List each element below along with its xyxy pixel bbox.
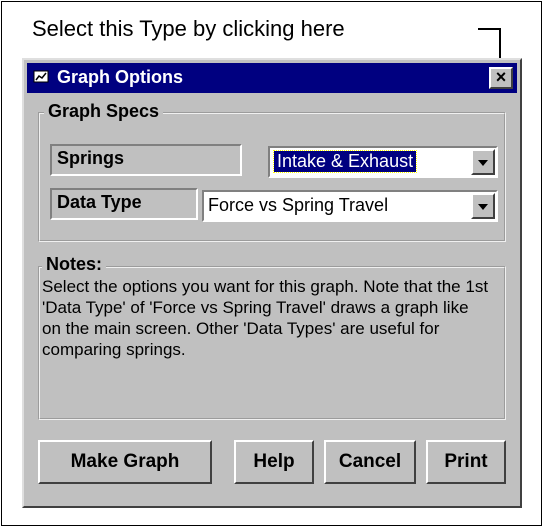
data-type-select-value: Force vs Spring Travel bbox=[208, 195, 389, 215]
chevron-down-icon bbox=[478, 204, 488, 210]
springs-dropdown-button[interactable] bbox=[471, 149, 495, 175]
notes-legend: Notes: bbox=[42, 254, 107, 275]
callout-text: Select this Type by clicking here bbox=[32, 16, 345, 41]
data-type-dropdown-button[interactable] bbox=[471, 193, 495, 219]
graph-options-dialog: Graph Options × Graph Specs Springs Inta… bbox=[22, 58, 522, 508]
help-button[interactable]: Help bbox=[234, 440, 314, 484]
graph-specs-legend: Graph Specs bbox=[44, 101, 164, 122]
close-button[interactable]: × bbox=[489, 67, 513, 89]
title-bar: Graph Options × bbox=[27, 63, 517, 93]
print-button[interactable]: Print bbox=[426, 440, 506, 484]
springs-label: Springs bbox=[50, 144, 242, 176]
app-icon bbox=[33, 70, 49, 83]
springs-select-value: Intake & Exhaust bbox=[272, 150, 418, 173]
data-type-label: Data Type bbox=[50, 188, 198, 220]
notes-text: Select the options you want for this gra… bbox=[42, 277, 489, 359]
callout-line bbox=[478, 28, 501, 30]
chevron-down-icon bbox=[478, 160, 488, 166]
data-type-select[interactable]: Force vs Spring Travel bbox=[202, 190, 498, 222]
window-title: Graph Options bbox=[57, 67, 183, 87]
cancel-button[interactable]: Cancel bbox=[324, 440, 416, 484]
springs-select[interactable]: Intake & Exhaust bbox=[268, 146, 498, 178]
make-graph-button[interactable]: Make Graph bbox=[38, 440, 212, 484]
